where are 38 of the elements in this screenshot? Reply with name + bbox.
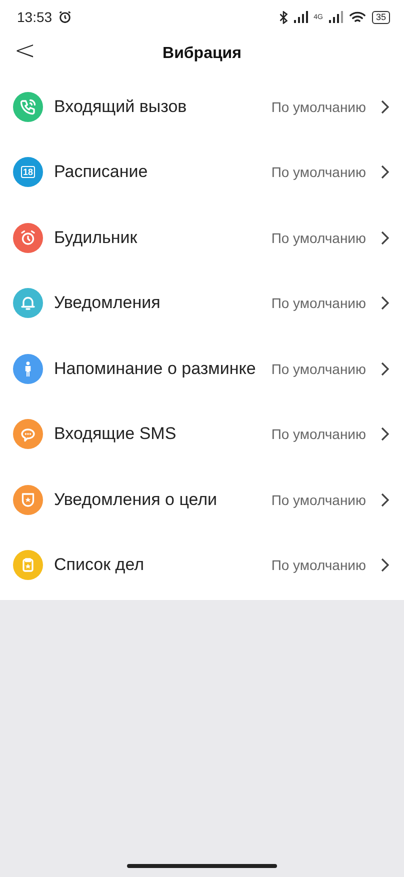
setting-value: По умолчанию <box>271 490 366 509</box>
page-title: Вибрация <box>162 45 242 63</box>
shield-star-icon <box>19 490 37 509</box>
setting-label: Будильник <box>54 228 138 248</box>
chevron-right-icon[interactable] <box>380 164 390 180</box>
calendar-icon: 18 <box>20 166 35 178</box>
setting-label: Входящий вызов <box>54 96 187 117</box>
battery-level: 35 <box>372 10 390 24</box>
setting-value: По умолчанию <box>271 228 366 247</box>
signal-icon <box>328 11 343 23</box>
setting-label: Уведомления <box>54 293 160 314</box>
setting-label: Уведомления о цели <box>54 490 218 510</box>
setting-value: По умолчанию <box>271 163 366 182</box>
setting-label: Список дел <box>54 555 144 576</box>
setting-label: Расписание <box>54 162 148 182</box>
bluetooth-icon <box>278 10 288 24</box>
chevron-right-icon[interactable] <box>380 492 390 508</box>
chevron-right-icon[interactable] <box>380 230 390 246</box>
setting-label: Напоминание о разминке <box>54 358 256 379</box>
bell-icon <box>19 294 37 312</box>
setting-value: По умолчанию <box>271 98 366 116</box>
alarm-clock-icon <box>19 228 37 247</box>
chevron-right-icon[interactable] <box>380 295 390 312</box>
setting-value: По умолчанию <box>271 425 366 444</box>
status-time: 13:53 <box>17 9 52 25</box>
setting-value: По умолчанию <box>271 360 366 378</box>
phone-icon <box>19 98 37 116</box>
setting-value: По умолчанию <box>271 294 366 312</box>
wifi-icon <box>348 10 366 24</box>
setting-value: По умолчанию <box>271 556 366 574</box>
back-button[interactable]: < <box>10 36 40 66</box>
chevron-right-icon[interactable] <box>380 426 390 442</box>
chevron-right-icon[interactable] <box>380 360 390 377</box>
setting-label: Входящие SMS <box>54 424 176 444</box>
chevron-right-icon[interactable] <box>380 557 390 574</box>
alarm-clock-icon <box>58 10 72 24</box>
signal-icon <box>294 11 308 23</box>
chevron-right-icon[interactable] <box>380 98 390 115</box>
